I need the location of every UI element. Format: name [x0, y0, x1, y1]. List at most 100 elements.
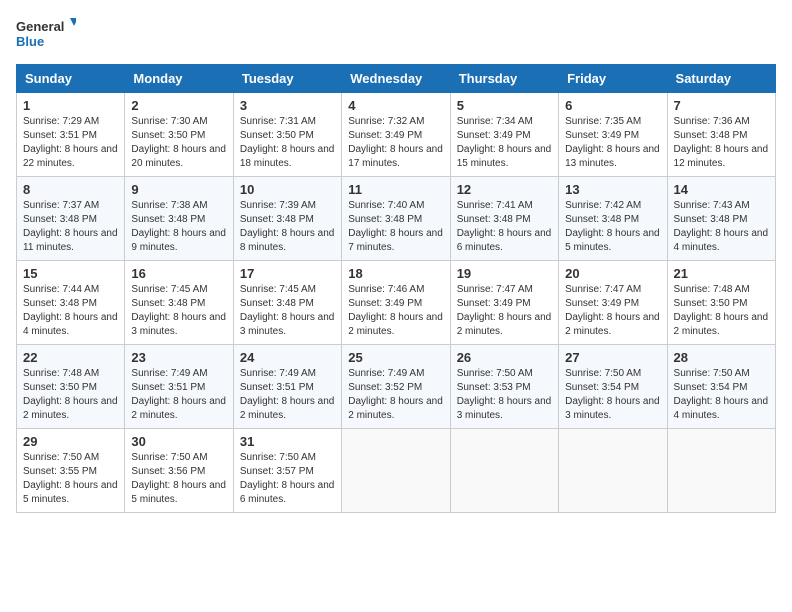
day-number: 7 [674, 98, 769, 113]
day-number: 11 [348, 182, 443, 197]
cell-text: Sunrise: 7:48 AMSunset: 3:50 PMDaylight:… [674, 284, 769, 337]
day-number: 16 [131, 266, 226, 281]
calendar-cell: 12 Sunrise: 7:41 AMSunset: 3:48 PMDayligh… [450, 177, 558, 261]
day-number: 24 [240, 350, 335, 365]
logo: General Blue [16, 16, 76, 54]
day-number: 4 [348, 98, 443, 113]
day-number: 19 [457, 266, 552, 281]
calendar-cell: 4 Sunrise: 7:32 AMSunset: 3:49 PMDaylight… [342, 93, 450, 177]
calendar-cell: 13Sunrise: 7:42 AMSunset: 3:48 PMDayligh… [559, 177, 667, 261]
day-number: 18 [348, 266, 443, 281]
svg-text:Blue: Blue [16, 34, 44, 49]
day-number: 17 [240, 266, 335, 281]
day-number: 9 [131, 182, 226, 197]
cell-text: Sunrise: 7:49 AMSunset: 3:52 PMDaylight:… [348, 368, 443, 421]
cell-text: Sunrise: 7:50 AMSunset: 3:54 PMDaylight:… [565, 368, 660, 421]
calendar: SundayMondayTuesdayWednesdayThursdayFrid… [16, 64, 776, 513]
cell-text: Sunrise: 7:49 AMSunset: 3:51 PMDaylight:… [240, 368, 335, 421]
calendar-cell: 27 Sunrise: 7:50 AMSunset: 3:54 PMDayligh… [559, 345, 667, 429]
calendar-cell: 14 Sunrise: 7:43 AMSunset: 3:48 PMDayligh… [667, 177, 775, 261]
cell-text: Sunrise: 7:37 AMSunset: 3:48 PMDaylight:… [23, 200, 118, 253]
calendar-cell: 17 Sunrise: 7:45 AMSunset: 3:48 PMDayligh… [233, 261, 341, 345]
calendar-week-row: 15 Sunrise: 7:44 AMSunset: 3:48 PMDayligh… [17, 261, 776, 345]
calendar-cell: 9 Sunrise: 7:38 AMSunset: 3:48 PMDaylight… [125, 177, 233, 261]
header: General Blue [16, 16, 776, 54]
calendar-week-row: 8 Sunrise: 7:37 AMSunset: 3:48 PMDaylight… [17, 177, 776, 261]
cell-text: Sunrise: 7:50 AMSunset: 3:54 PMDaylight:… [674, 368, 769, 421]
day-number: 27 [565, 350, 660, 365]
day-number: 30 [131, 434, 226, 449]
cell-text: Sunrise: 7:45 AMSunset: 3:48 PMDaylight:… [131, 284, 226, 337]
col-header-tuesday: Tuesday [233, 65, 341, 93]
col-header-sunday: Sunday [17, 65, 125, 93]
cell-text: Sunrise: 7:30 AMSunset: 3:50 PMDaylight:… [131, 116, 226, 169]
cell-text: Sunrise: 7:41 AMSunset: 3:48 PMDaylight:… [457, 200, 552, 253]
cell-text: Sunrise: 7:42 AMSunset: 3:48 PMDaylight:… [565, 200, 660, 253]
calendar-cell: 18 Sunrise: 7:46 AMSunset: 3:49 PMDayligh… [342, 261, 450, 345]
calendar-cell: 3 Sunrise: 7:31 AMSunset: 3:50 PMDaylight… [233, 93, 341, 177]
day-number: 5 [457, 98, 552, 113]
day-number: 2 [131, 98, 226, 113]
calendar-cell: 31 Sunrise: 7:50 AMSunset: 3:57 PMDayligh… [233, 429, 341, 513]
calendar-cell: 8 Sunrise: 7:37 AMSunset: 3:48 PMDaylight… [17, 177, 125, 261]
cell-text: Sunrise: 7:50 AMSunset: 3:53 PMDaylight:… [457, 368, 552, 421]
day-number: 31 [240, 434, 335, 449]
cell-text: Sunrise: 7:47 AMSunset: 3:49 PMDaylight:… [565, 284, 660, 337]
day-number: 25 [348, 350, 443, 365]
calendar-cell: 10 Sunrise: 7:39 AMSunset: 3:48 PMDayligh… [233, 177, 341, 261]
day-number: 15 [23, 266, 118, 281]
calendar-cell: 5 Sunrise: 7:34 AMSunset: 3:49 PMDaylight… [450, 93, 558, 177]
cell-text: Sunrise: 7:50 AMSunset: 3:57 PMDaylight:… [240, 452, 335, 505]
calendar-cell: 7 Sunrise: 7:36 AMSunset: 3:48 PMDaylight… [667, 93, 775, 177]
cell-text: Sunrise: 7:47 AMSunset: 3:49 PMDaylight:… [457, 284, 552, 337]
day-number: 28 [674, 350, 769, 365]
cell-text: Sunrise: 7:43 AMSunset: 3:48 PMDaylight:… [674, 200, 769, 253]
day-number: 10 [240, 182, 335, 197]
calendar-cell: 24 Sunrise: 7:49 AMSunset: 3:51 PMDayligh… [233, 345, 341, 429]
day-number: 8 [23, 182, 118, 197]
calendar-cell: 6Sunrise: 7:35 AMSunset: 3:49 PMDaylight… [559, 93, 667, 177]
col-header-saturday: Saturday [667, 65, 775, 93]
calendar-cell: 19 Sunrise: 7:47 AMSunset: 3:49 PMDayligh… [450, 261, 558, 345]
cell-text: Sunrise: 7:40 AMSunset: 3:48 PMDaylight:… [348, 200, 443, 253]
calendar-cell: 25 Sunrise: 7:49 AMSunset: 3:52 PMDayligh… [342, 345, 450, 429]
calendar-week-row: 22Sunrise: 7:48 AMSunset: 3:50 PMDayligh… [17, 345, 776, 429]
cell-text: Sunrise: 7:45 AMSunset: 3:48 PMDaylight:… [240, 284, 335, 337]
calendar-cell [559, 429, 667, 513]
cell-text: Sunrise: 7:50 AMSunset: 3:55 PMDaylight:… [23, 452, 118, 505]
col-header-monday: Monday [125, 65, 233, 93]
calendar-week-row: 29 Sunrise: 7:50 AMSunset: 3:55 PMDayligh… [17, 429, 776, 513]
cell-text: Sunrise: 7:38 AMSunset: 3:48 PMDaylight:… [131, 200, 226, 253]
col-header-friday: Friday [559, 65, 667, 93]
calendar-cell: 30Sunrise: 7:50 AMSunset: 3:56 PMDayligh… [125, 429, 233, 513]
day-number: 26 [457, 350, 552, 365]
calendar-cell: 23 Sunrise: 7:49 AMSunset: 3:51 PMDayligh… [125, 345, 233, 429]
day-number: 23 [131, 350, 226, 365]
cell-text: Sunrise: 7:29 AMSunset: 3:51 PMDaylight:… [23, 116, 118, 169]
cell-text: Sunrise: 7:36 AMSunset: 3:48 PMDaylight:… [674, 116, 769, 169]
cell-text: Sunrise: 7:49 AMSunset: 3:51 PMDaylight:… [131, 368, 226, 421]
col-header-thursday: Thursday [450, 65, 558, 93]
day-number: 22 [23, 350, 118, 365]
day-number: 12 [457, 182, 552, 197]
day-number: 14 [674, 182, 769, 197]
calendar-cell: 11 Sunrise: 7:40 AMSunset: 3:48 PMDayligh… [342, 177, 450, 261]
calendar-cell: 29 Sunrise: 7:50 AMSunset: 3:55 PMDayligh… [17, 429, 125, 513]
cell-text: Sunrise: 7:31 AMSunset: 3:50 PMDaylight:… [240, 116, 335, 169]
calendar-cell: 26 Sunrise: 7:50 AMSunset: 3:53 PMDayligh… [450, 345, 558, 429]
cell-text: Sunrise: 7:32 AMSunset: 3:49 PMDaylight:… [348, 116, 443, 169]
calendar-cell: 2 Sunrise: 7:30 AMSunset: 3:50 PMDaylight… [125, 93, 233, 177]
calendar-week-row: 1 Sunrise: 7:29 AMSunset: 3:51 PMDaylight… [17, 93, 776, 177]
calendar-cell: 28 Sunrise: 7:50 AMSunset: 3:54 PMDayligh… [667, 345, 775, 429]
cell-text: Sunrise: 7:39 AMSunset: 3:48 PMDaylight:… [240, 200, 335, 253]
cell-text: Sunrise: 7:34 AMSunset: 3:49 PMDaylight:… [457, 116, 552, 169]
day-number: 1 [23, 98, 118, 113]
day-number: 29 [23, 434, 118, 449]
day-number: 3 [240, 98, 335, 113]
calendar-cell [342, 429, 450, 513]
cell-text: Sunrise: 7:44 AMSunset: 3:48 PMDaylight:… [23, 284, 118, 337]
cell-text: Sunrise: 7:46 AMSunset: 3:49 PMDaylight:… [348, 284, 443, 337]
cell-text: Sunrise: 7:35 AMSunset: 3:49 PMDaylight:… [565, 116, 660, 169]
logo-svg: General Blue [16, 16, 76, 54]
calendar-cell: 15 Sunrise: 7:44 AMSunset: 3:48 PMDayligh… [17, 261, 125, 345]
